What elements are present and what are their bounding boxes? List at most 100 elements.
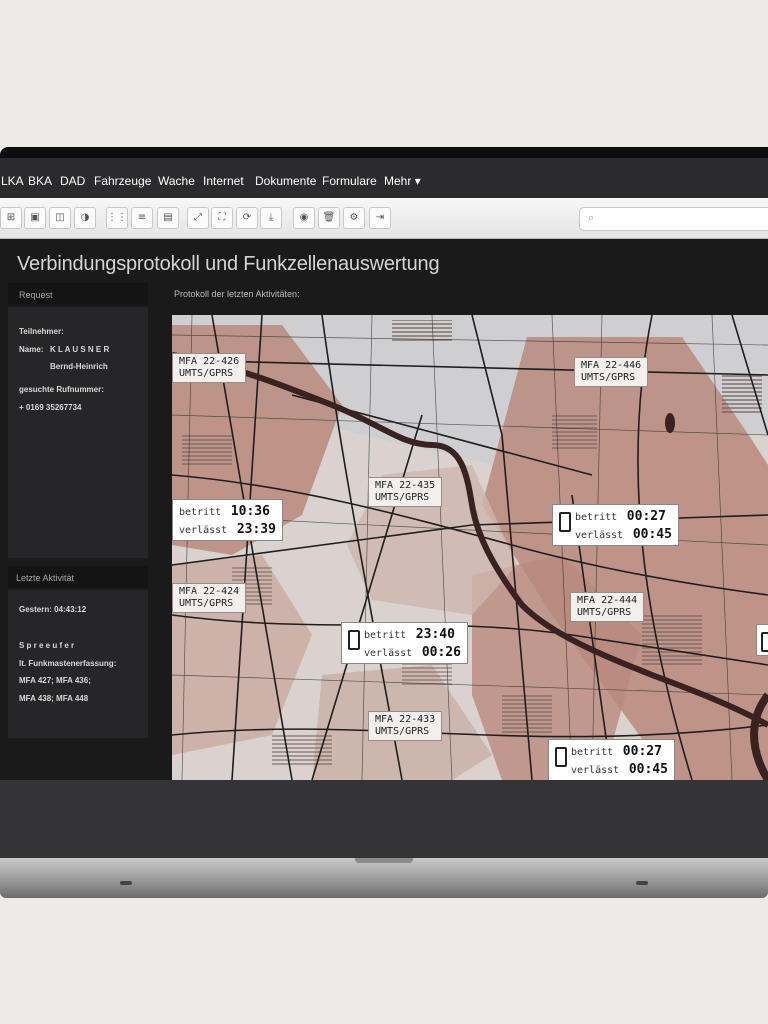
request-panel: Teilnehmer: Name: K L A U S N E R Bernd-… bbox=[8, 307, 148, 558]
phone-number-value: + 0169 35267734 bbox=[19, 403, 82, 412]
enter-label: betritt bbox=[575, 512, 618, 523]
menu-fahrzeuge[interactable]: Fahrzeuge bbox=[94, 174, 151, 188]
activity-place: S p r e e u f e r bbox=[19, 641, 75, 650]
refresh-icon[interactable]: ⟳ bbox=[236, 207, 258, 229]
clipboard-icon[interactable]: ▤ bbox=[157, 207, 179, 229]
leave-time: 00:26 bbox=[421, 645, 461, 660]
cell-id: MFA 22-444 bbox=[577, 595, 638, 606]
search-input[interactable] bbox=[579, 207, 768, 231]
enter-time: 23:40 bbox=[415, 627, 455, 642]
image-icon[interactable]: ◫ bbox=[49, 207, 71, 229]
phone-icon bbox=[348, 630, 360, 650]
leave-time: 00:45 bbox=[632, 527, 672, 542]
menu-internet[interactable]: Internet bbox=[203, 174, 244, 188]
app-screen: LKA BKA DAD Fahrzeuge Wache Internet Dok… bbox=[0, 158, 768, 858]
enter-time: 00:27 bbox=[622, 744, 662, 759]
menu-dokumente[interactable]: Dokumente bbox=[255, 174, 316, 188]
cell-label-446[interactable]: MFA 22-446 UMTS/GPRS bbox=[574, 357, 649, 387]
list-icon[interactable]: ≡ bbox=[131, 207, 153, 229]
map-block bbox=[272, 735, 332, 765]
map-block bbox=[552, 415, 597, 450]
laptop-notch bbox=[355, 858, 413, 863]
grid-icon[interactable]: ⊞ bbox=[0, 207, 22, 229]
chart-icon[interactable]: ▣ bbox=[24, 207, 46, 229]
cell-type: UMTS/GPRS bbox=[375, 726, 430, 737]
cell-type: UMTS/GPRS bbox=[179, 368, 234, 379]
name-label: Name: bbox=[19, 345, 44, 354]
cell-label-435[interactable]: MFA 22-435 UMTS/GPRS bbox=[368, 477, 443, 507]
activity-box-3[interactable]: betritt 23:40 verlässt 00:26 bbox=[341, 622, 468, 664]
leave-label: verlässt bbox=[571, 765, 620, 776]
number-label: gesuchte Rufnummer: bbox=[19, 385, 104, 394]
logout-icon[interactable]: ⇥ bbox=[369, 207, 391, 229]
map-block bbox=[642, 615, 702, 665]
leave-time: 23:39 bbox=[236, 522, 276, 537]
cell-id: MFA 22-426 bbox=[179, 356, 240, 367]
enter-time: 00:27 bbox=[626, 509, 666, 524]
activity-masts-1: MFA 427; MFA 436; bbox=[19, 676, 91, 685]
request-heading: Request bbox=[19, 290, 53, 300]
laptop-foot bbox=[636, 881, 648, 885]
cell-label-433[interactable]: MFA 22-433 UMTS/GPRS bbox=[368, 711, 443, 741]
activity-box-1[interactable]: betritt 10:36 verlässt 23:39 bbox=[172, 499, 283, 541]
cell-label-444[interactable]: MFA 22-444 UMTS/GPRS bbox=[570, 592, 645, 622]
cell-map[interactable]: MFA 22-426 UMTS/GPRS MFA 22-446 UMTS/GPR… bbox=[172, 315, 768, 780]
activity-time: Gestern: 04:43:12 bbox=[19, 605, 87, 614]
phone-icon bbox=[761, 632, 768, 652]
fingerprint-icon[interactable]: ◉ bbox=[293, 207, 315, 229]
apps-icon[interactable]: ⋮⋮ bbox=[106, 207, 128, 229]
menu-lka[interactable]: LKA bbox=[1, 174, 24, 188]
enter-label: betritt bbox=[179, 507, 222, 518]
phone-icon bbox=[555, 747, 567, 767]
search-icon: ⌕ bbox=[588, 211, 595, 224]
leave-label: verlässt bbox=[575, 530, 624, 541]
menu-bar: LKA BKA DAD Fahrzeuge Wache Internet Dok… bbox=[0, 158, 768, 198]
menu-bka[interactable]: BKA bbox=[28, 174, 52, 188]
menu-formulare[interactable]: Formulare bbox=[322, 174, 377, 188]
cell-id: MFA 22-435 bbox=[375, 480, 436, 491]
leave-time: 00:45 bbox=[628, 762, 668, 777]
surname-value: K L A U S N E R bbox=[50, 345, 110, 354]
activity-panel-header: Letzte Aktivität bbox=[8, 566, 148, 588]
map-label: Protokoll der letzten Aktivitäten: bbox=[174, 289, 300, 299]
cell-type: UMTS/GPRS bbox=[577, 607, 632, 618]
activity-heading: Letzte Aktivität bbox=[16, 573, 75, 583]
cell-type: UMTS/GPRS bbox=[581, 372, 636, 383]
firstname-value: Bernd-Heinrich bbox=[50, 362, 108, 371]
leave-label: verlässt bbox=[364, 648, 413, 659]
download-icon[interactable]: ⤓ bbox=[260, 207, 282, 229]
participant-label: Teilnehmer: bbox=[19, 327, 64, 336]
activity-box-2[interactable]: betritt 00:27 verlässt 00:45 bbox=[552, 504, 679, 546]
enter-label: betritt bbox=[571, 747, 614, 758]
activity-panel: Gestern: 04:43:12 S p r e e u f e r lt. … bbox=[8, 590, 148, 738]
lake bbox=[665, 413, 675, 433]
activity-box-partial[interactable] bbox=[756, 624, 768, 656]
enter-time: 10:36 bbox=[230, 504, 270, 519]
leave-label: verlässt bbox=[179, 525, 228, 536]
cell-type: UMTS/GPRS bbox=[179, 598, 234, 609]
activity-box-4[interactable]: betritt 00:27 verlässt 00:45 bbox=[548, 739, 675, 780]
contrast-icon[interactable]: ◑ bbox=[74, 207, 96, 229]
cell-label-424[interactable]: MFA 22-424 UMTS/GPRS bbox=[172, 583, 247, 613]
menu-mehr[interactable]: Mehr ▾ bbox=[384, 174, 421, 188]
request-panel-header: Request bbox=[8, 283, 148, 305]
laptop-base bbox=[0, 858, 768, 898]
expand-icon[interactable]: ⤢ bbox=[187, 207, 209, 229]
settings-icon[interactable]: ⚙ bbox=[343, 207, 365, 229]
bottom-panel bbox=[0, 780, 768, 858]
page-title: Verbindungsprotokoll und Funkzellenauswe… bbox=[17, 253, 440, 275]
fullscreen-icon[interactable]: ⛶ bbox=[211, 207, 233, 229]
cell-id: MFA 22-424 bbox=[179, 586, 240, 597]
phone-icon bbox=[559, 512, 571, 532]
cell-id: MFA 22-433 bbox=[375, 714, 436, 725]
activity-method: lt. Funkmastenerfassung: bbox=[19, 659, 117, 668]
cell-label-426[interactable]: MFA 22-426 UMTS/GPRS bbox=[172, 353, 247, 383]
trash-icon[interactable]: 🗑 bbox=[318, 207, 340, 229]
cell-type: UMTS/GPRS bbox=[375, 492, 430, 503]
activity-masts-2: MFA 438; MFA 448 bbox=[19, 694, 89, 703]
enter-label: betritt bbox=[364, 630, 407, 641]
cell-id: MFA 22-446 bbox=[581, 360, 642, 371]
laptop-foot bbox=[120, 881, 132, 885]
menu-dad[interactable]: DAD bbox=[60, 174, 85, 188]
menu-wache[interactable]: Wache bbox=[158, 174, 195, 188]
